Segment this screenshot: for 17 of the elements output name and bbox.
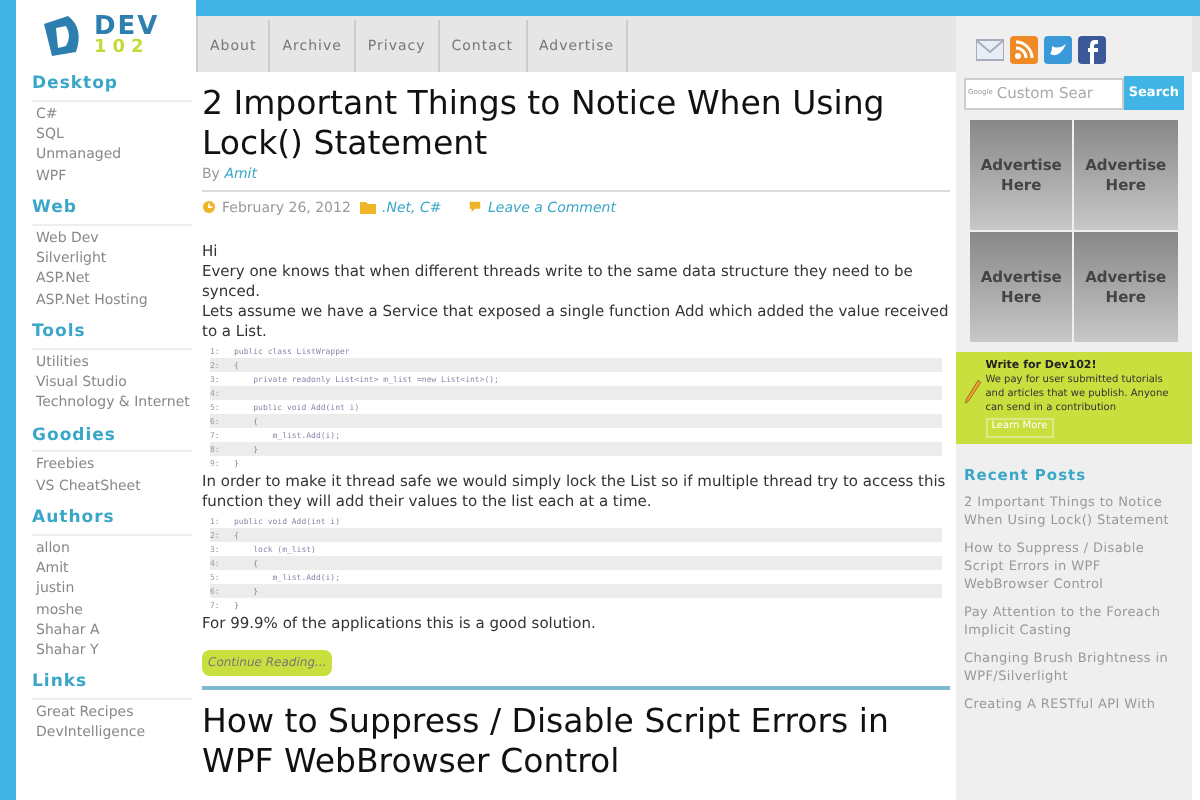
- post-title[interactable]: 2 Important Things to Notice When Using Lock() Statement: [202, 84, 950, 164]
- sidebar-heading: Links: [32, 670, 192, 701]
- email-icon[interactable]: [976, 36, 1004, 64]
- sidebar-heading: Authors: [32, 505, 192, 536]
- clock-icon: [202, 200, 216, 215]
- bird-icon[interactable]: [1044, 36, 1072, 64]
- sidebar-heading: Web: [32, 195, 192, 226]
- logo-text: DEV: [94, 14, 160, 40]
- facebook-icon[interactable]: [1078, 36, 1106, 64]
- comment-icon: [468, 200, 482, 215]
- sidebar-heading: Tools: [32, 319, 192, 350]
- post-title[interactable]: How to Suppress / Disable Script Errors in WPF WebBrowser Control: [202, 702, 950, 782]
- folder-icon: [360, 201, 376, 214]
- rss-icon[interactable]: [1010, 36, 1038, 64]
- sidebar-heading: Goodies: [32, 423, 192, 453]
- sidebar-heading: Desktop: [32, 72, 192, 102]
- logo-number: 102: [94, 40, 152, 58]
